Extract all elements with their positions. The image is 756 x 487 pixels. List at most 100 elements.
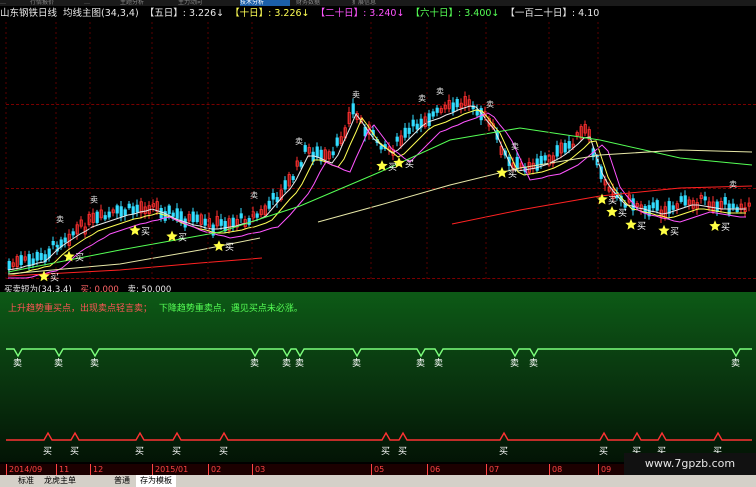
candle-body (731, 203, 735, 209)
candle-body (267, 200, 271, 209)
candle-body (427, 113, 431, 127)
candle-body (255, 213, 259, 218)
sell-signal-label: 卖 (416, 358, 425, 369)
candle-body (123, 209, 127, 216)
candle-body (723, 197, 727, 205)
candle-body (239, 213, 243, 219)
candle-body (671, 205, 675, 210)
candle-body (39, 253, 43, 260)
sell-signal-label: 卖 (434, 358, 443, 369)
buy-signal-label: 买 (219, 446, 228, 457)
buy-signal-label: 买 (499, 446, 508, 457)
sell-signal-label: 卖 (250, 358, 259, 369)
buy-signal-label: 买 (599, 446, 608, 457)
buy-star-label: 买 (225, 242, 234, 253)
sell-spike-label: 卖 (295, 137, 303, 146)
buy-star-marker (606, 206, 618, 217)
date-axis-label: 05 (371, 464, 384, 475)
date-axis-label: 03 (252, 464, 265, 475)
sell-signal-line (6, 348, 752, 358)
ma5-line (7, 105, 746, 271)
buy-signal-label: 买 (381, 446, 390, 457)
buy-star-marker (625, 218, 637, 230)
ma60-line (7, 127, 753, 273)
buy-star-label: 买 (618, 208, 627, 219)
sell-signal-label: 卖 (295, 358, 304, 369)
sell-signal-label: 卖 (90, 358, 99, 369)
sell-signal-label: 卖 (54, 358, 63, 369)
date-axis-label: 06 (427, 464, 440, 475)
candle-body (655, 200, 659, 211)
candle-body (651, 202, 655, 209)
date-axis-label: 12 (90, 464, 103, 475)
sell-signal-label: 卖 (510, 358, 519, 369)
candle-body (683, 195, 687, 206)
buy-signal-label: 买 (43, 446, 52, 457)
date-axis-label: 2014/09 (6, 464, 42, 475)
tab-save-template[interactable]: 存为模板 (136, 475, 176, 487)
sell-signal-label: 卖 (731, 358, 740, 369)
kline-chart[interactable]: 买买买买买买 买买买买买买 买卖卖卖卖卖 卖卖卖卖卖卖卖卖卖卖卖卖卖卖卖卖卖买买买买买… (0, 0, 756, 487)
candle-body (335, 137, 339, 146)
candle-body (159, 208, 163, 219)
candle-body (195, 214, 199, 223)
bottom-tab-bar: 标准 龙虎主单 普通 存为模板 (0, 475, 756, 487)
candle-body (135, 204, 139, 213)
candle-body (379, 145, 383, 150)
date-axis-label: 08 (549, 464, 562, 475)
buy-star-label: 买 (670, 227, 679, 238)
sell-spike-label: 卖 (352, 91, 360, 100)
buy-star-marker (709, 220, 721, 231)
candle-body (27, 254, 31, 267)
candle-body (431, 111, 435, 117)
sell-signal-label: 卖 (529, 358, 538, 369)
candle-body (555, 145, 559, 157)
candle-body (71, 231, 75, 236)
candle-body (107, 211, 111, 218)
tab-normal[interactable]: 普通 (110, 475, 134, 487)
tab-dragon-tiger[interactable]: 龙虎主单 (40, 475, 80, 487)
buy-star-label: 买 (405, 159, 414, 170)
candle-body (563, 143, 567, 153)
candle-body (167, 205, 171, 215)
candle-body (451, 102, 455, 112)
candle-body (667, 201, 671, 214)
buy-star-label: 买 (178, 233, 187, 244)
candle-body (291, 176, 295, 181)
ma-red-line-right (451, 185, 753, 225)
buy-star-label: 买 (721, 222, 730, 233)
buy-signal-label: 买 (135, 446, 144, 457)
candle-body (415, 123, 419, 130)
candle-body (303, 145, 307, 152)
candle-body (315, 146, 319, 158)
candle-body (131, 206, 135, 215)
candle-body (283, 180, 287, 190)
sell-spike-label: 卖 (436, 87, 444, 96)
candle-body (35, 251, 39, 261)
date-axis-label: 09 (598, 464, 611, 475)
candle-body (271, 193, 275, 200)
candle-body (703, 196, 707, 201)
candle-body (219, 219, 223, 226)
candle-body (411, 119, 415, 127)
candle-body (331, 151, 335, 156)
candle-body (191, 211, 195, 223)
candle-body (435, 107, 439, 113)
buy-star-label: 买 (50, 272, 59, 283)
candle-body (539, 155, 543, 165)
candle-body (103, 215, 107, 220)
date-axis-label: 07 (486, 464, 499, 475)
buy-star-marker (129, 224, 141, 236)
buy-star-marker (658, 224, 670, 236)
site-watermark: www.7gpzb.com (624, 453, 756, 475)
sell-spike-label: 卖 (56, 215, 64, 224)
candle-body (567, 141, 571, 149)
sell-spike-label: 卖 (90, 196, 98, 205)
sell-spike-label: 卖 (729, 180, 737, 189)
candle-body (63, 237, 67, 243)
candle-body (247, 218, 251, 225)
buy-star-marker (38, 270, 50, 282)
ma120-line (317, 149, 753, 223)
tab-standard[interactable]: 标准 (14, 475, 38, 487)
buy-signal-label: 买 (398, 446, 407, 457)
